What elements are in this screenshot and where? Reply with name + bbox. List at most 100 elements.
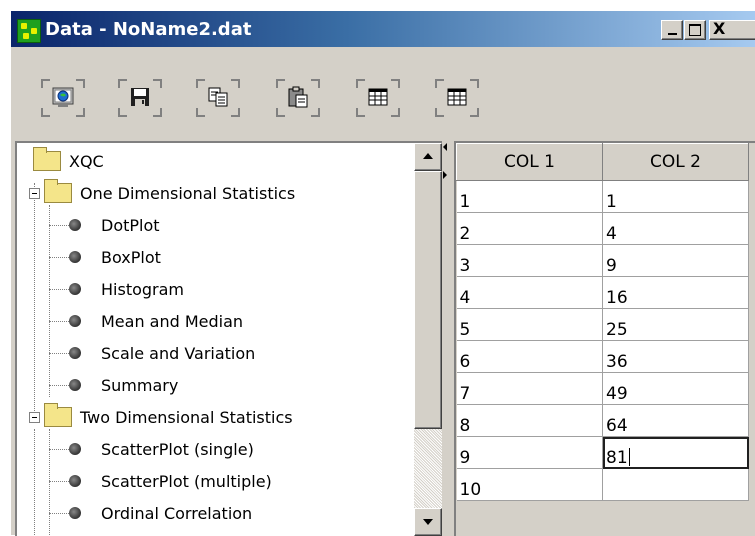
collapse-icon[interactable] xyxy=(29,187,40,199)
cell-edit-value: 81 xyxy=(606,448,628,468)
tree-group-one-dimensional[interactable]: One Dimensional Statistics xyxy=(29,177,295,209)
tree-connector xyxy=(49,205,50,397)
grid-cell[interactable]: 7 xyxy=(456,372,603,405)
grid-cell[interactable]: 3 xyxy=(456,244,603,277)
tree-item-label: BoxPlot xyxy=(101,247,161,267)
copy-button[interactable] xyxy=(196,79,240,117)
tree-item-histogram[interactable]: Histogram xyxy=(69,273,184,305)
grid-cell[interactable]: 1 xyxy=(602,180,749,213)
scroll-down-button[interactable] xyxy=(414,508,442,536)
scroll-up-button[interactable] xyxy=(414,143,442,171)
tree-group-label: One Dimensional Statistics xyxy=(80,183,296,203)
tree-scrollbar[interactable] xyxy=(414,143,442,536)
tree-connector xyxy=(34,183,35,423)
tree-item-label: Mean and Median xyxy=(101,311,244,331)
folder-icon xyxy=(44,179,72,203)
pane-splitter[interactable] xyxy=(442,141,454,536)
table-icon xyxy=(447,88,467,106)
tree-connector xyxy=(34,429,35,536)
folder-icon xyxy=(33,147,61,171)
grid-cell[interactable]: 9 xyxy=(456,436,603,469)
node-bullet-icon xyxy=(69,475,81,487)
grid-cell[interactable]: 64 xyxy=(602,404,749,437)
paste-button[interactable] xyxy=(276,79,320,117)
table-row: 9 81 xyxy=(456,436,749,469)
table-button-2[interactable] xyxy=(435,79,479,117)
save-disk-icon xyxy=(131,88,149,106)
maximize-button[interactable] xyxy=(684,20,706,40)
table-row: 4 16 xyxy=(456,276,749,309)
grid-cell[interactable]: 4 xyxy=(456,276,603,309)
node-bullet-icon xyxy=(69,347,81,359)
node-bullet-icon xyxy=(69,219,81,231)
statistics-tree: XQC One Dimensional Statistics DotPlot B… xyxy=(15,141,442,536)
node-bullet-icon xyxy=(69,283,81,295)
column-header-col2[interactable]: COL 2 xyxy=(602,143,749,181)
tree-item-scale-variation[interactable]: Scale and Variation xyxy=(69,337,255,369)
app-icon xyxy=(17,19,41,43)
grid-cell[interactable]: 49 xyxy=(602,372,749,405)
table-row: 5 25 xyxy=(456,308,749,341)
grid-cell[interactable]: 36 xyxy=(602,340,749,373)
window-title: Data - NoName2.dat xyxy=(45,19,252,40)
collapse-icon[interactable] xyxy=(29,411,40,423)
paste-icon xyxy=(288,86,308,108)
node-bullet-icon xyxy=(69,507,81,519)
collapse-right-icon[interactable] xyxy=(443,171,447,179)
grid-cell-editing[interactable]: 81 xyxy=(602,436,749,469)
close-button[interactable]: X xyxy=(709,19,755,40)
grid-cell[interactable]: 16 xyxy=(602,276,749,309)
data-window: Data - NoName2.dat X XQC One Dimensional… xyxy=(10,10,755,536)
collapse-left-icon[interactable] xyxy=(443,143,447,151)
grid-cell[interactable]: 2 xyxy=(456,212,603,245)
node-bullet-icon xyxy=(69,443,81,455)
table-row: 6 36 xyxy=(456,340,749,373)
table-row: 8 64 xyxy=(456,404,749,437)
table-button-1[interactable] xyxy=(356,79,400,117)
tree-item-label: DotPlot xyxy=(101,215,160,235)
minimize-button[interactable] xyxy=(661,20,683,40)
table-row: 7 49 xyxy=(456,372,749,405)
tree-item-boxplot[interactable]: BoxPlot xyxy=(69,241,161,273)
tree-group-two-dimensional[interactable]: Two Dimensional Statistics xyxy=(29,401,293,433)
tree-item-dotplot[interactable]: DotPlot xyxy=(69,209,160,241)
grid-cell[interactable] xyxy=(602,468,749,501)
table-row: 2 4 xyxy=(456,212,749,245)
title-bar[interactable]: Data - NoName2.dat X xyxy=(11,11,755,47)
grid-cell[interactable]: 4 xyxy=(602,212,749,245)
node-bullet-icon xyxy=(69,251,81,263)
tree-item-label: ScatterPlot (single) xyxy=(101,439,254,459)
tree-item-mean-median[interactable]: Mean and Median xyxy=(69,305,243,337)
tree-item-label: Scale and Variation xyxy=(101,343,256,363)
save-button[interactable] xyxy=(118,79,162,117)
tree-group-label: Two Dimensional Statistics xyxy=(80,407,293,427)
table-row: 10 xyxy=(456,468,749,501)
text-caret xyxy=(628,448,630,466)
data-grid: COL 1 COL 2 1 1 2 4 3 9 4 16 5 25 6 36 7… xyxy=(456,143,749,501)
tree-item-label: ScatterPlot (multiple) xyxy=(101,471,272,491)
scroll-thumb[interactable] xyxy=(414,171,442,429)
table-icon xyxy=(368,88,388,106)
copy-icon xyxy=(208,87,228,107)
folder-icon xyxy=(44,403,72,427)
grid-cell[interactable]: 10 xyxy=(456,468,603,501)
grid-cell[interactable]: 9 xyxy=(602,244,749,277)
column-header-col1[interactable]: COL 1 xyxy=(456,143,603,181)
toolbar xyxy=(11,47,755,139)
tree-node-root[interactable]: XQC xyxy=(33,145,104,177)
open-data-button[interactable] xyxy=(41,79,85,117)
tree-item-summary[interactable]: Summary xyxy=(69,369,178,401)
grid-cell[interactable]: 8 xyxy=(456,404,603,437)
close-icon: X xyxy=(713,19,726,38)
tree-item-scatterplot-single[interactable]: ScatterPlot (single) xyxy=(69,433,254,465)
grid-cell[interactable]: 1 xyxy=(456,180,603,213)
tree-item-scatterplot-multiple[interactable]: ScatterPlot (multiple) xyxy=(69,465,272,497)
tree-item-ordinal-correlation[interactable]: Ordinal Correlation xyxy=(69,497,252,529)
grid-cell[interactable]: 5 xyxy=(456,308,603,341)
grid-cell[interactable]: 6 xyxy=(456,340,603,373)
grid-cell[interactable]: 25 xyxy=(602,308,749,341)
tree-item-label: Ordinal Correlation xyxy=(101,503,253,523)
node-bullet-icon xyxy=(69,315,81,327)
node-bullet-icon xyxy=(69,379,81,391)
minimize-icon xyxy=(668,33,677,35)
